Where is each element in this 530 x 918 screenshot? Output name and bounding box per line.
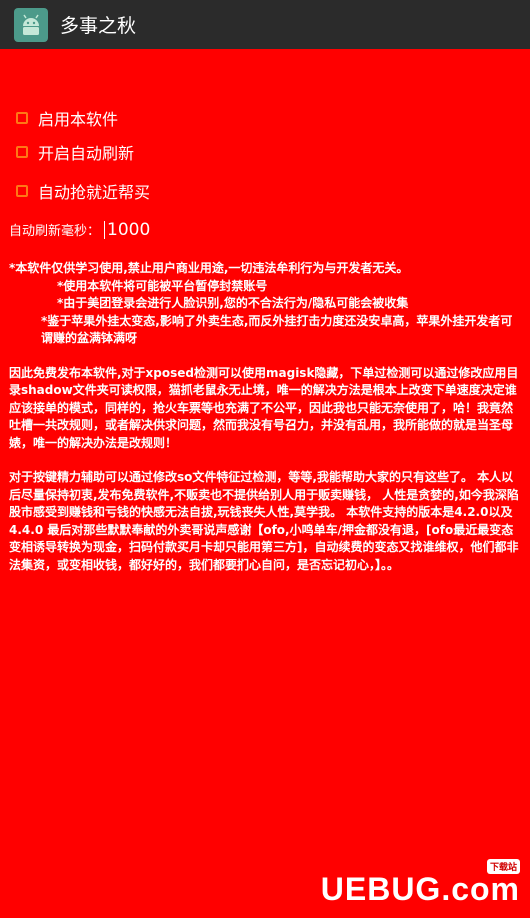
site-watermark-logo: UEBUG.com 下载站 xyxy=(320,859,520,908)
auto-grab-label: 自动抢就近帮买 xyxy=(38,183,151,202)
notice-line-4: *鉴于苹果外挂太变态,影响了外卖生态,而反外挂打击力度还没安卓高，苹果外挂开发者… xyxy=(41,313,513,346)
auto-refresh-checkbox[interactable] xyxy=(16,146,28,158)
watermark-text: UEBUG.com xyxy=(320,871,520,907)
notice-line-3: *由于美团登录会进行人脸识别,您的不合法行为/隐私可能会被收集 xyxy=(57,296,409,310)
option-auto-grab[interactable]: 自动抢就近帮买 xyxy=(16,179,150,203)
app-title: 多事之秋 xyxy=(60,15,137,37)
auto-refresh-label: 开启自动刷新 xyxy=(38,144,135,163)
refresh-interval-label: 自动刷新毫秒： xyxy=(9,224,101,239)
auto-grab-checkbox[interactable] xyxy=(16,185,28,197)
refresh-interval-row: 自动刷新毫秒： 1000 xyxy=(9,220,150,239)
notice-paragraph-2: 对于按键精力辅助可以通过修改so文件特征过检测，等等,我能帮助大家的只有这些了。… xyxy=(9,470,519,572)
option-auto-refresh[interactable]: 开启自动刷新 xyxy=(16,140,134,164)
notice-text: *本软件仅供学习使用,禁止用户商业用途,一切违法牟利行为与开发者无关。 *使用本… xyxy=(9,260,524,574)
option-enable-app[interactable]: 启用本软件 xyxy=(16,106,118,130)
notice-paragraph-1: 因此免费发布本软件,对于xposed检测可以使用magisk隐藏，下单过检测可以… xyxy=(9,365,519,450)
android-icon xyxy=(14,7,48,42)
enable-app-checkbox[interactable] xyxy=(16,112,28,124)
enable-app-label: 启用本软件 xyxy=(38,110,119,129)
notice-line-1: *本软件仅供学习使用,禁止用户商业用途,一切违法牟利行为与开发者无关。 xyxy=(9,261,409,275)
app-bar: 多事之秋 xyxy=(0,0,530,49)
notice-line-2: *使用本软件将可能被平台暂停封禁账号 xyxy=(57,278,268,293)
main-content: 启用本软件 开启自动刷新 自动抢就近帮买 自动刷新毫秒： 1000 *本软件仅供… xyxy=(0,49,530,918)
watermark-subtitle: 下载站 xyxy=(486,859,520,874)
refresh-interval-input[interactable]: 1000 xyxy=(104,220,150,239)
